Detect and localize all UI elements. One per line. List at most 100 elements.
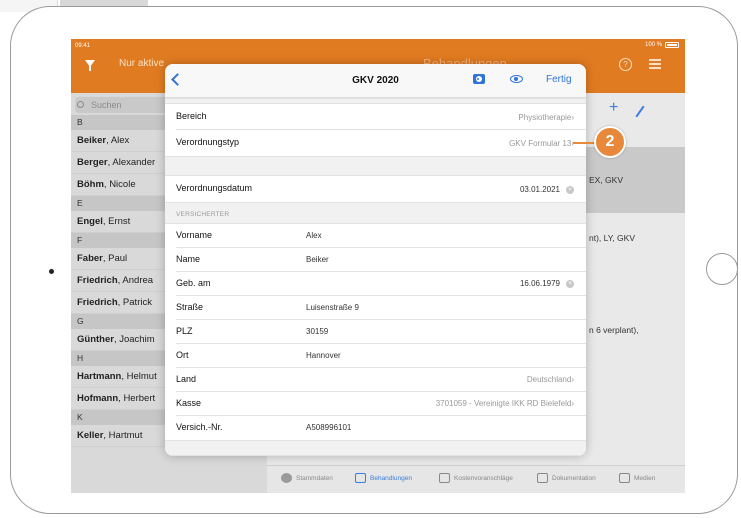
contact-first-name: , Patrick [117,297,152,308]
clear-icon[interactable]: × [566,280,574,288]
help-icon[interactable]: ? [619,58,632,71]
ort-label: Ort [176,350,189,360]
camera-dot [49,269,54,274]
tab-stammdaten[interactable]: Stammdaten [281,473,333,483]
tab-dokumentation[interactable]: Dokumentation [537,473,596,483]
verordnungstyp-value: GKV Formular 13› [509,139,574,148]
row-verordnungsdatum[interactable]: Verordnungsdatum 03.01.2021 × [165,176,586,202]
contact-last-name: Friedrich [77,297,118,308]
camera-icon[interactable] [473,74,485,84]
contact-first-name: , Alexander [107,157,156,168]
home-button[interactable] [706,253,738,285]
versnr-value: A508996101 [306,423,352,432]
chevron-right-icon: › [571,375,574,384]
section-gap [165,156,586,176]
prescription-modal: GKV 2020 Fertig Bereich Physiotherapie› … [165,64,586,456]
vorname-label: Vorname [176,230,213,240]
row-kasse[interactable]: Kasse 3701059 - Vereinigte IKK RD Bielef… [165,392,586,416]
row-name[interactable]: Name Beiker [165,248,586,272]
plz-label: PLZ [176,326,193,336]
contact-first-name: , Ernst [102,216,131,227]
contact-last-name: Günther [77,334,114,345]
geb-label: Geb. am [176,278,211,288]
land-value-text: Deutschland [526,375,572,384]
filter-icon[interactable] [85,60,95,71]
row-verordnungstyp[interactable]: Verordnungstyp GKV Formular 13› [165,130,586,156]
modal-header: GKV 2020 Fertig [165,64,586,98]
plz-value: 30159 [306,327,329,336]
filter-label[interactable]: Nur aktive [119,58,164,69]
tab-label: Behandlungen [370,474,412,482]
battery-text: 100 % [644,42,662,48]
search-placeholder: Suchen [91,100,122,110]
done-button[interactable]: Fertig [546,74,572,85]
section-gap [165,440,586,456]
contact-first-name: , Nicole [103,179,136,190]
land-label: Land [176,374,197,384]
row-land[interactable]: Land Deutschland› [165,368,586,392]
detail-snippet-3: n 6 verplant), [589,325,639,335]
contact-last-name: Keller [77,430,104,441]
search-icon [77,101,84,108]
media-icon [619,473,630,483]
contact-first-name: , Herbert [118,393,156,404]
name-value: Beiker [306,255,329,264]
tab-label: Kostenvoranschläge [454,474,513,482]
bereich-label: Bereich [176,111,207,121]
battery-icon [665,42,679,48]
row-ort[interactable]: Ort Hannover [165,344,586,368]
land-value: Deutschland› [527,375,574,384]
strasse-label: Straße [176,302,204,312]
chevron-right-icon: › [571,139,574,148]
section-header-versicherter: VERSICHERTER [165,202,586,224]
calculator-icon [439,473,450,483]
row-strasse[interactable]: Straße Luisenstraße 9 [165,296,586,320]
list-menu-icon[interactable] [649,59,661,69]
tab-kostenvoranschlaege[interactable]: Kostenvoranschläge [439,473,513,483]
verordnungsdatum-label: Verordnungsdatum [176,183,253,193]
status-time: 09:41 [75,43,91,49]
edit-icon[interactable] [635,105,645,118]
detail-snippet-2: nt), LY, GKV [589,233,635,243]
tab-behandlungen[interactable]: Behandlungen [355,473,412,483]
contact-last-name: Hofmann [77,393,119,404]
strasse-value: Luisenstraße 9 [306,303,359,312]
add-icon[interactable]: + [609,99,618,117]
contact-last-name: Engel [77,216,103,227]
eye-icon[interactable] [510,75,523,83]
geb-value: 16.06.1979 [519,279,560,288]
name-label: Name [176,254,201,264]
contact-first-name: , Joachim [113,334,155,345]
row-geb[interactable]: Geb. am 16.06.1979 × [165,272,586,296]
row-plz[interactable]: PLZ 30159 [165,320,586,344]
row-bereich[interactable]: Bereich Physiotherapie› [165,104,586,130]
kasse-value: 3701059 - Vereinigte IKK RD Bielefeld› [436,399,574,408]
verordnungstyp-label: Verordnungstyp [176,137,240,147]
vorname-value: Alex [306,231,322,240]
row-versnr[interactable]: Versich.-Nr. A508996101 [165,416,586,440]
contact-first-name: , Alex [106,135,130,146]
contact-last-name: Friedrich [77,275,118,286]
tab-label: Dokumentation [552,474,596,482]
row-vorname[interactable]: Vorname Alex [165,224,586,248]
bereich-value: Physiotherapie› [518,113,574,122]
bottom-tab-bar: Stammdaten Behandlungen Kostenvoranschlä… [267,465,685,493]
kasse-label: Kasse [176,398,202,408]
tab-label: Stammdaten [296,474,333,482]
chevron-right-icon: › [571,399,574,408]
versnr-label: Versich.-Nr. [176,422,223,432]
contact-last-name: Hartmann [77,371,122,382]
contact-first-name: , Hartmut [103,430,143,441]
contact-last-name: Beiker [77,135,107,146]
verordnungsdatum-value: 03.01.2021 [519,185,560,194]
verordnungstyp-value-text: GKV Formular 13 [509,139,572,148]
bereich-value-text: Physiotherapie [518,113,572,122]
contact-last-name: Berger [77,157,108,168]
contact-first-name: , Andrea [117,275,154,286]
detail-snippet-1: EX, GKV [589,175,624,185]
chevron-right-icon: › [571,113,574,122]
clear-icon[interactable]: × [566,186,574,194]
document-edit-icon [537,473,548,483]
tab-medien[interactable]: Medien [619,473,655,483]
list-icon [355,473,366,483]
